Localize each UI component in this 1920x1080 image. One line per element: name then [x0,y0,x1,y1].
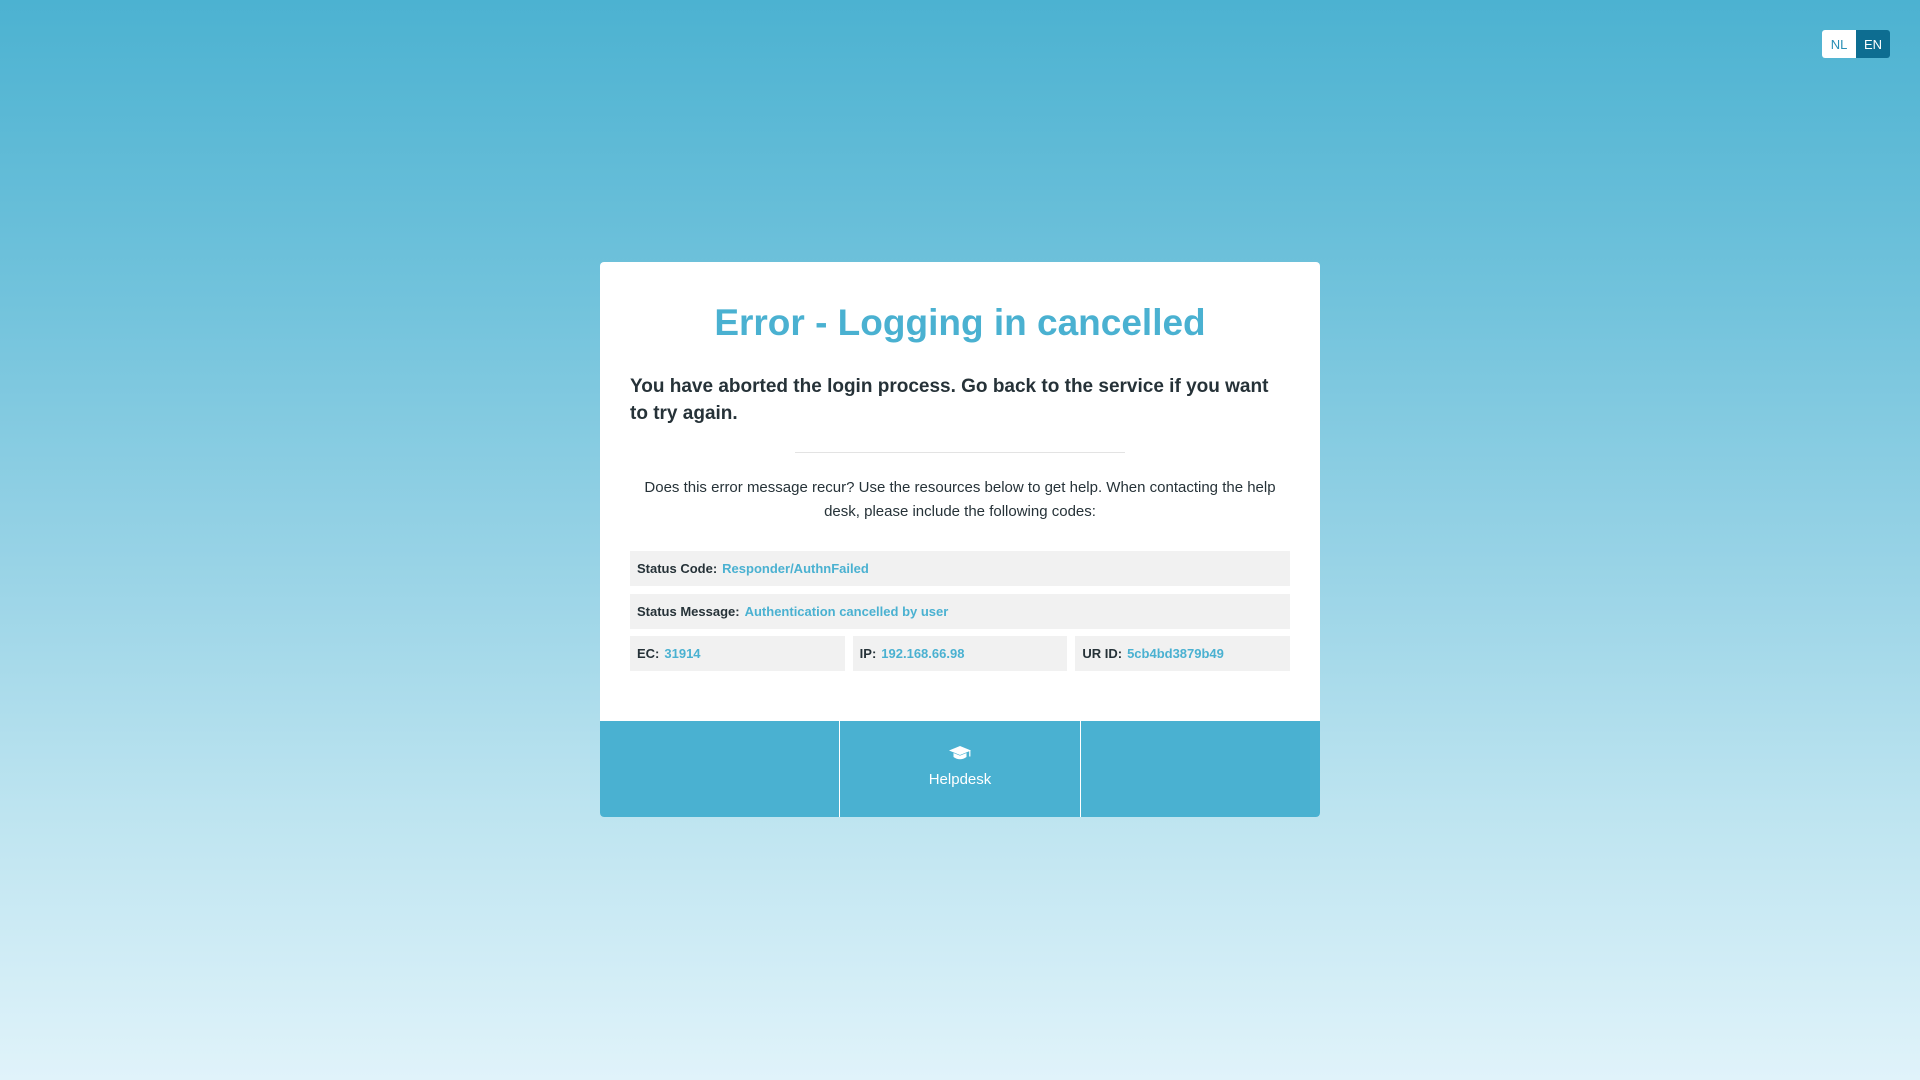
status-message-row: Status Message: Authentication cancelled… [630,594,1290,629]
status-message-value: Authentication cancelled by user [744,604,949,619]
error-title: Error - Logging in cancelled [714,302,1206,343]
ip-value: 192.168.66.98 [881,646,965,661]
ec-label: EC: [637,646,660,661]
ur-id-value: 5cb4bd3879b49 [1127,646,1224,661]
ec-code: EC: 31914 [630,636,845,671]
status-code-label: Status Code: [637,561,718,576]
ip-code: IP: 192.168.66.98 [852,636,1068,671]
footer-cell-left [600,721,839,817]
help-resources-footer: Helpdesk [600,721,1320,817]
graduation-cap-icon [948,745,972,761]
ec-value: 31914 [664,646,701,661]
error-card: Error - Logging in cancelled You have ab… [600,262,1320,817]
help-text: Does this error message recur? Use the r… [644,479,1276,520]
divider [795,452,1125,453]
language-nl-button[interactable]: NL [1822,30,1856,58]
status-code-row: Status Code: Responder/AuthnFailed [630,551,1290,586]
status-message-label: Status Message: [637,604,740,619]
ur-id-label: UR ID: [1082,646,1123,661]
status-code-value: Responder/AuthnFailed [722,561,869,576]
helpdesk-label: Helpdesk [928,770,992,788]
codes-row: EC: 31914 IP: 192.168.66.98 UR ID: 5cb4b… [630,636,1291,671]
ip-label: IP: [859,646,877,661]
footer-cell-right [1079,721,1320,817]
ur-id-code: UR ID: 5cb4bd3879b49 [1075,636,1291,671]
error-subtitle: You have aborted the login process. Go b… [630,376,1269,424]
error-card-body: Error - Logging in cancelled You have ab… [600,262,1320,721]
language-switcher: NL EN [1822,30,1890,58]
helpdesk-link[interactable]: Helpdesk [839,721,1079,817]
language-en-button[interactable]: EN [1856,30,1890,58]
